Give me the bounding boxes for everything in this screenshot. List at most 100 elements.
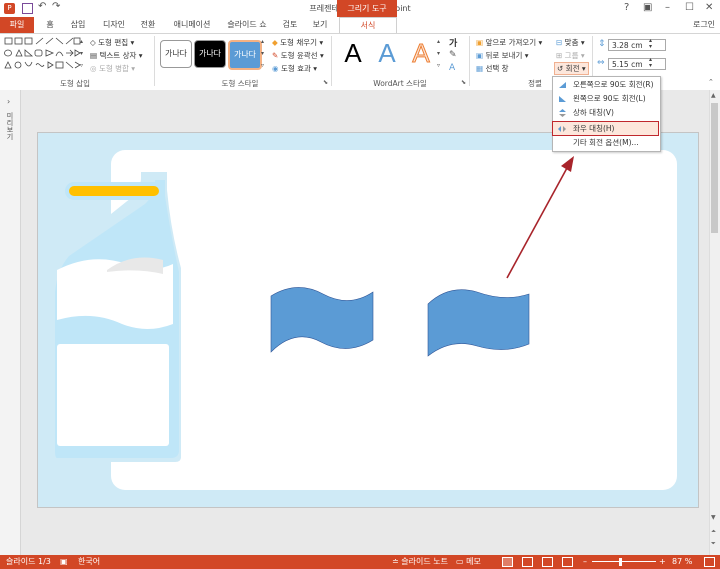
shape-style-preset-1[interactable]: 가나다 [160, 40, 192, 68]
tab-format[interactable]: 서식 [339, 17, 397, 34]
expand-thumbnails-icon[interactable]: › [7, 97, 10, 106]
dialog-launcher-icon[interactable]: ⬊ [461, 79, 466, 86]
height-spinner[interactable]: ▴ ▾ [649, 38, 652, 50]
wordart-sample-3[interactable]: A [408, 36, 434, 70]
zoom-level[interactable]: 87 % [672, 555, 692, 569]
tab-transitions[interactable]: 전환 [136, 17, 160, 33]
height-input[interactable]: 3.28 cm [608, 39, 666, 51]
selection-pane-button[interactable]: ▦ 선택 창 [476, 63, 509, 74]
notes-icon: ≐ [392, 557, 402, 566]
comment-icon: ▭ [456, 557, 467, 566]
shape-outline-button[interactable]: ✎ 도형 윤곽선 ▾ [272, 50, 324, 61]
shape-effects-label: 도형 효과 [280, 64, 311, 73]
rotate-right-90-label: 오른쪽으로 90도 회전(R) [573, 80, 654, 89]
flip-horizontal-icon [558, 126, 566, 132]
bring-forward-label: 앞으로 가져오기 [485, 38, 537, 47]
wordart-sample-2[interactable]: A [374, 36, 400, 70]
rotate-right-90[interactable]: 오른쪽으로 90도 회전(R) [553, 78, 658, 92]
edit-shape-icon: ◇ [90, 38, 99, 47]
pen-icon: ✎ [272, 51, 281, 60]
comments-button[interactable]: ▭ 메모 [456, 555, 481, 569]
tab-design[interactable]: 디자인 [98, 17, 130, 33]
wave-shape-right [427, 289, 530, 357]
tab-animations[interactable]: 애니메이션 [168, 17, 216, 33]
align-label: 맞춤 [564, 38, 579, 47]
bottle-cap [65, 182, 163, 200]
align-button[interactable]: ⊟ 맞춤 ▾ [556, 37, 585, 48]
send-backward-button[interactable]: ▣ 뒤로 보내기 ▾ [476, 50, 529, 61]
shape-style-preset-3[interactable]: 가나다 [228, 40, 262, 70]
wordart-sample-1[interactable]: A [340, 36, 366, 70]
wordart-gallery-scroll[interactable]: ▴ ▾ ▿ [437, 36, 444, 72]
style-gallery-scroll[interactable]: ▴ ▾ ▿ [261, 36, 268, 72]
text-box-button[interactable]: ▤ 텍스트 상자 ▾ [90, 50, 143, 61]
rotate-left-icon [559, 96, 566, 102]
next-slide-icon[interactable]: ⏷ [711, 540, 716, 548]
normal-view-icon[interactable] [502, 557, 513, 567]
slide-sorter-icon[interactable] [522, 557, 533, 567]
edit-shape-button[interactable]: ◇ 도형 편집 ▾ [90, 37, 134, 48]
flip-horizontal[interactable]: 좌우 대칭(H) [552, 121, 659, 136]
close-icon[interactable]: ✕ [705, 2, 713, 13]
login-link[interactable]: 로그인 [690, 17, 718, 33]
tab-insert[interactable]: 삽입 [66, 17, 90, 33]
shape-style-preset-2[interactable]: 가나다 [194, 40, 226, 68]
prev-slide-icon[interactable]: ⏶ [711, 528, 716, 536]
scroll-thumb[interactable] [711, 103, 718, 233]
more-rotation-options-label: 기타 회전 옵션(M)... [573, 138, 639, 147]
comments-label: 메모 [466, 557, 481, 566]
text-effects-icon[interactable]: A [449, 63, 455, 73]
tab-review[interactable]: 검토 [278, 17, 302, 33]
rotate-button[interactable]: ↺ 회전 ▾ [554, 62, 589, 75]
group-label: 그룹 [564, 51, 579, 60]
group-button[interactable]: ⊞ 그룹 ▾ [556, 50, 585, 61]
tab-home[interactable]: 홈 [40, 17, 60, 33]
tab-slideshow[interactable]: 슬라이드 쇼 [223, 17, 271, 33]
bring-forward-button[interactable]: ▣ 앞으로 가져오기 ▾ [476, 37, 542, 48]
shape-effects-button[interactable]: ◉ 도형 효과 ▾ [272, 63, 317, 74]
spellcheck-icon[interactable]: ▣ [60, 555, 68, 569]
context-tab-group: 그리기 도구 [337, 0, 397, 17]
selection-pane-label: 선택 창 [485, 64, 509, 73]
zoom-in-icon[interactable]: + [659, 555, 666, 569]
help-icon[interactable]: ? [624, 2, 629, 13]
scroll-down-icon[interactable]: ▼ [711, 514, 716, 521]
zoom-slider[interactable] [592, 561, 656, 562]
text-fill-icon[interactable]: 가 [449, 36, 457, 49]
scroll-up-icon[interactable]: ▲ [711, 92, 716, 99]
merge-shapes-button[interactable]: ◎ 도형 병합 ▾ [90, 63, 135, 74]
zoom-out-icon[interactable]: – [583, 555, 587, 569]
tab-view[interactable]: 보기 [308, 17, 332, 33]
zoom-slider-thumb[interactable] [619, 558, 622, 566]
notes-button[interactable]: ≐ 슬라이드 노트 [392, 555, 448, 569]
flip-vertical[interactable]: 상하 대칭(V) [553, 106, 658, 120]
thumbnail-panel [0, 90, 21, 555]
rotate-left-90[interactable]: 왼쪽으로 90도 회전(L) [553, 92, 658, 106]
language-indicator[interactable]: 한국어 [78, 555, 100, 569]
thumbnail-panel-label[interactable]: 미리보기 [5, 112, 15, 140]
collapse-ribbon-icon[interactable]: ⌃ [708, 78, 714, 86]
slide-counter[interactable]: 슬라이드 1/3 [6, 555, 51, 569]
separator [331, 36, 332, 86]
slideshow-view-icon[interactable] [562, 557, 573, 567]
minimize-icon[interactable]: – [665, 2, 670, 13]
width-spinner[interactable]: ▴ ▾ [649, 57, 652, 69]
shape-fill-button[interactable]: ◆ 도형 채우기 ▾ [272, 37, 323, 48]
width-input[interactable]: 5.15 cm [608, 58, 666, 70]
effects-icon: ◉ [272, 64, 281, 73]
group-icon: ⊞ [556, 51, 565, 60]
fit-to-window-icon[interactable] [704, 557, 715, 567]
flip-vertical-label: 상하 대칭(V) [573, 108, 614, 117]
separator [154, 36, 155, 86]
more-rotation-options[interactable]: 기타 회전 옵션(M)... [553, 136, 658, 150]
tab-file[interactable]: 파일 [0, 17, 34, 33]
text-outline-icon[interactable]: ✎ [449, 50, 457, 60]
shape-gallery[interactable] [3, 36, 81, 72]
shape-gallery-scroll[interactable]: ▴ ▾ ▿ [80, 36, 87, 72]
maximize-icon[interactable]: ☐ [685, 2, 694, 13]
status-bar [0, 555, 720, 569]
restore-ribbon-icon[interactable]: ▣ [643, 2, 652, 13]
dialog-launcher-icon[interactable]: ⬊ [323, 79, 328, 86]
reading-view-icon[interactable] [542, 557, 553, 567]
rotate-left-90-label: 왼쪽으로 90도 회전(L) [573, 94, 646, 103]
